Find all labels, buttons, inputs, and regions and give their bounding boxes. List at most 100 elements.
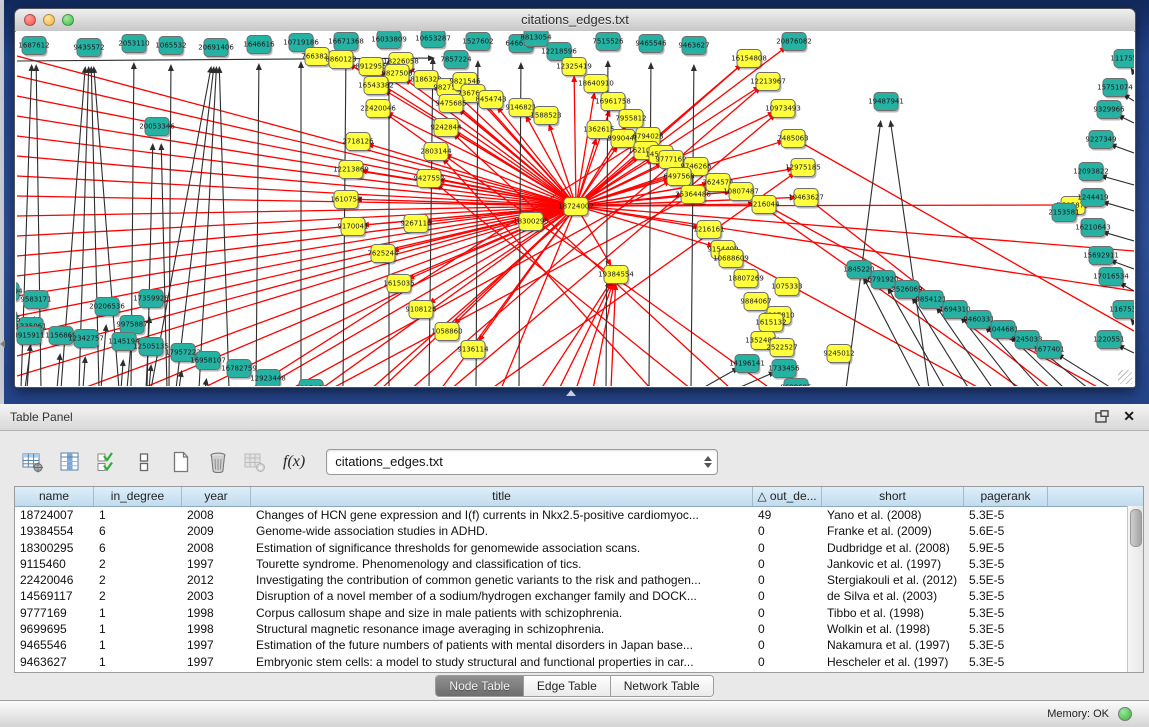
network-node[interactable]: 1527602 — [462, 33, 493, 53]
network-node[interactable]: 1065532 — [155, 37, 186, 57]
table-cell[interactable]: Nakamura et al. (1997) — [822, 637, 964, 653]
table-cell[interactable]: Tibbo et al. (1998) — [822, 605, 964, 621]
table-cell[interactable]: 1997 — [182, 556, 251, 572]
table-cell[interactable]: 5.9E-5 — [964, 540, 1048, 556]
network-node[interactable]: 1615132 — [755, 314, 786, 334]
network-node[interactable]: 7955812 — [615, 110, 646, 130]
column-header-out_de...[interactable]: △ out_de... — [753, 487, 822, 506]
table-cell[interactable]: 1997 — [182, 654, 251, 670]
network-node[interactable]: 9170041 — [337, 218, 368, 238]
network-node[interactable]: 2522527 — [766, 339, 797, 359]
column-header-title[interactable]: title — [251, 487, 753, 506]
network-node[interactable]: 9463627 — [678, 37, 709, 57]
network-node[interactable]: 1733456 — [768, 360, 800, 380]
table-cell[interactable]: 49 — [753, 507, 822, 523]
close-window-button[interactable] — [24, 14, 36, 26]
create-column-icon[interactable] — [168, 449, 194, 475]
table-cell[interactable]: 6 — [94, 540, 182, 556]
table-cell[interactable]: Wolkin et al. (1998) — [822, 621, 964, 637]
table-cell[interactable]: Estimation of the future numbers of pati… — [251, 637, 753, 653]
column-header-year[interactable]: year — [182, 487, 251, 506]
table-cell[interactable]: 0 — [753, 523, 822, 539]
table-cell[interactable]: 9115460 — [15, 556, 94, 572]
table-cell[interactable]: 1998 — [182, 621, 251, 637]
table-cell[interactable]: 0 — [753, 621, 822, 637]
network-node[interactable]: 1117551 — [1110, 50, 1134, 70]
table-cell[interactable]: 2 — [94, 556, 182, 572]
vertical-scrollbar[interactable] — [1127, 506, 1143, 672]
table-cell[interactable]: 9699695 — [15, 621, 94, 637]
network-node[interactable]: 6216044 — [748, 196, 780, 216]
network-node[interactable]: 1610754 — [330, 191, 362, 211]
network-node[interactable]: 9115460 — [295, 380, 326, 387]
table-cell[interactable]: 1 — [94, 637, 182, 653]
table-cell[interactable]: 5.3E-5 — [964, 637, 1048, 653]
network-node[interactable]: 20691406 — [198, 39, 234, 59]
table-row[interactable]: 2242004622012Investigating the contribut… — [15, 572, 1143, 588]
table-cell[interactable]: Structural magnetic resonance image aver… — [251, 621, 753, 637]
table-cell[interactable]: 2008 — [182, 540, 251, 556]
table-cell[interactable]: Genome-wide association studies in ADHD. — [251, 523, 753, 539]
table-row[interactable]: 1830029562008Estimation of significance … — [15, 540, 1143, 556]
network-canvas-svg[interactable]: 1687612943557220531101065532206914061646… — [16, 31, 1134, 386]
table-cell[interactable]: Tourette syndrome. Phenomenology and cla… — [251, 556, 753, 572]
network-node[interactable]: 8860123 — [325, 51, 356, 71]
network-node[interactable]: 9242844 — [430, 119, 462, 139]
table-row[interactable]: 946362711997Embryonic stem cells: a mode… — [15, 654, 1143, 670]
network-node[interactable]: 12213869 — [333, 161, 369, 181]
table-cell[interactable]: Disruption of a novel member of a sodium… — [251, 588, 753, 604]
network-node[interactable]: 9108126 — [405, 301, 437, 321]
table-row[interactable]: 1938455462009Genome-wide association stu… — [15, 523, 1143, 539]
column-header-short[interactable]: short — [822, 487, 964, 506]
table-cell[interactable]: 1997 — [182, 637, 251, 653]
float-panel-icon[interactable] — [1095, 410, 1109, 428]
table-cell[interactable]: 0 — [753, 654, 822, 670]
network-node[interactable]: 3915911 — [16, 327, 45, 347]
network-node[interactable]: 7857224 — [440, 51, 472, 71]
column-header-name[interactable]: name — [15, 487, 94, 506]
network-node[interactable]: 19487941 — [868, 93, 904, 113]
network-node[interactable]: 1075333 — [771, 278, 802, 298]
network-node[interactable]: 9475685 — [435, 95, 466, 115]
table-cell[interactable]: 0 — [753, 540, 822, 556]
show-columns-icon[interactable] — [57, 449, 83, 475]
table-cell[interactable]: Franke et al. (2009) — [822, 523, 964, 539]
table-cell[interactable]: Yano et al. (2008) — [822, 507, 964, 523]
network-node[interactable]: 9435572 — [73, 39, 104, 59]
table-row[interactable]: 911546021997Tourette syndrome. Phenomeno… — [15, 556, 1143, 572]
tab-node-table[interactable]: Node Table — [436, 676, 524, 696]
network-node[interactable]: 9329966 — [1093, 101, 1125, 121]
table-row[interactable]: 1456911722003Disruption of a novel membe… — [15, 588, 1143, 604]
network-node[interactable]: 9227349 — [1085, 131, 1116, 151]
network-node[interactable]: 2053110 — [118, 35, 149, 55]
network-node[interactable]: 17016534 — [1093, 268, 1129, 288]
network-node[interactable]: 1244419 — [1077, 189, 1108, 209]
table-cell[interactable]: 18300295 — [15, 540, 94, 556]
table-cell[interactable]: 0 — [753, 637, 822, 653]
table-cell[interactable]: 9463627 — [15, 654, 94, 670]
tab-network-table[interactable]: Network Table — [611, 676, 713, 696]
table-row[interactable]: 969969511998Structural magnetic resonanc… — [15, 621, 1143, 637]
table-cell[interactable]: 14569117 — [15, 588, 94, 604]
table-cell[interactable]: 5.3E-5 — [964, 654, 1048, 670]
table-cell[interactable]: 1 — [94, 621, 182, 637]
network-node[interactable]: 1687612 — [18, 37, 49, 57]
table-cell[interactable]: Investigating the contribution of common… — [251, 572, 753, 588]
table-cell[interactable]: 5.3E-5 — [964, 621, 1048, 637]
network-node[interactable]: 6497568 — [663, 168, 694, 188]
network-node[interactable]: 9583171 — [20, 291, 51, 311]
column-header-filler[interactable] — [1048, 487, 1143, 506]
column-header-in_degree[interactable]: in_degree — [94, 487, 182, 506]
network-node[interactable]: 2718126 — [342, 133, 374, 153]
network-node[interactable]: 2153581 — [1048, 204, 1079, 224]
network-node[interactable]: 16210643 — [1075, 219, 1111, 239]
selection-mode-icon[interactable] — [131, 449, 157, 475]
network-node[interactable]: 1588523 — [530, 107, 561, 127]
table-cell[interactable]: 1 — [94, 605, 182, 621]
table-cell[interactable]: 22420046 — [15, 572, 94, 588]
table-cell[interactable]: de Silva et al. (2003) — [822, 588, 964, 604]
table-mode-icon[interactable] — [20, 449, 46, 475]
network-node[interactable]: 1220551 — [1093, 331, 1124, 351]
table-cell[interactable]: Stergiakouli et al. (2012) — [822, 572, 964, 588]
network-node[interactable]: 9245012 — [823, 345, 854, 365]
